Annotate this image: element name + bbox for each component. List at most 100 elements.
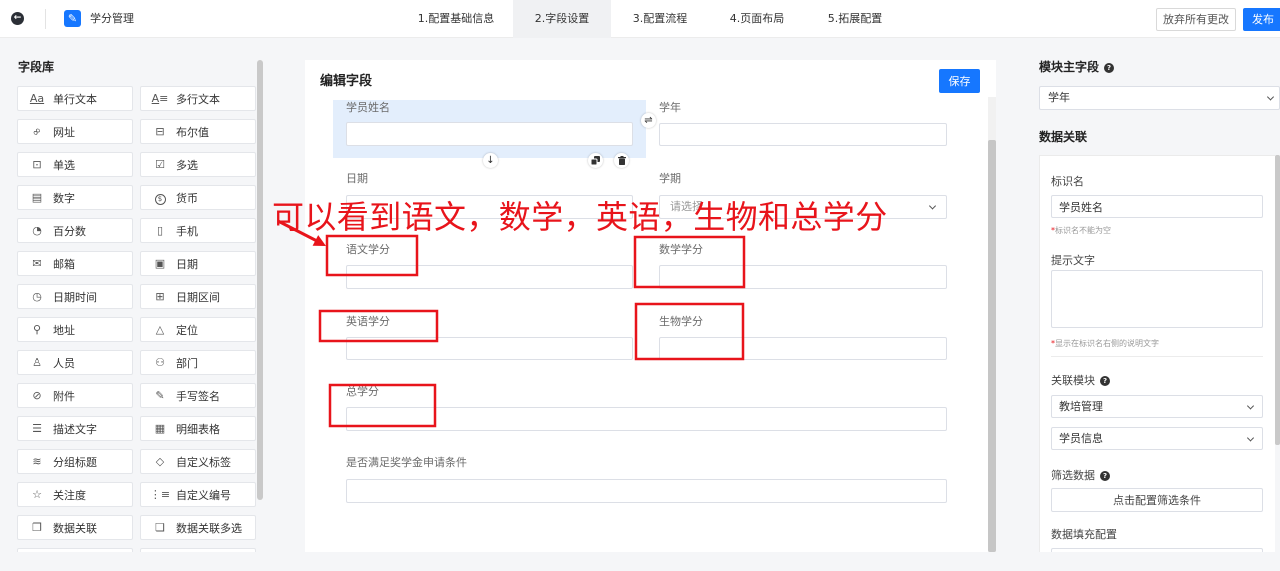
field-type-custom-number[interactable]: ⋮≡ 自定义编号 — [140, 482, 256, 507]
field-label-scholarship-eligible: 是否满足奖学金申请条件 — [346, 456, 467, 469]
related-form-select[interactable]: 学员信息 — [1051, 427, 1263, 450]
field-type-date-range[interactable]: ⊞ 日期区间 — [140, 284, 256, 309]
student-name-input[interactable] — [346, 122, 633, 146]
field-type-department[interactable]: ⚇ 部门 — [140, 350, 256, 375]
field-type-label: 数据关联多选 — [176, 521, 242, 535]
number-icon: ▤ — [31, 191, 43, 204]
field-type-detail-table[interactable]: ▦ 明细表格 — [140, 416, 256, 441]
editor-scrollbar[interactable] — [988, 140, 996, 552]
field-label-school-year: 学年 — [659, 101, 681, 114]
data-fill-config-field[interactable] — [1051, 548, 1263, 552]
help-icon[interactable]: ? — [1100, 471, 1110, 481]
field-type-phone[interactable]: ▯ 手机 — [140, 218, 256, 243]
field-type-label: 数字 — [53, 191, 75, 205]
field-type-label: 多选 — [176, 158, 198, 172]
field-type-label: 网址 — [53, 125, 75, 139]
field-type-currency[interactable]: $ 货币 — [140, 185, 256, 210]
field-type-item-partial[interactable] — [140, 548, 256, 552]
chevron-down-icon — [1246, 401, 1255, 410]
scholarship-eligible-input[interactable] — [346, 479, 947, 503]
field-type-label: 手写签名 — [176, 389, 220, 403]
tip-text-textarea[interactable] — [1051, 270, 1263, 328]
field-type-label: 描述文字 — [53, 422, 97, 436]
identifier-input[interactable] — [1051, 195, 1263, 218]
field-type-label: 明细表格 — [176, 422, 220, 436]
field-type-signature[interactable]: ✎ 手写签名 — [140, 383, 256, 408]
field-type-label: 单选 — [53, 158, 75, 172]
field-type-group-title[interactable]: ≋ 分组标题 — [17, 449, 133, 474]
field-library-title: 字段库 — [18, 60, 55, 74]
tip-text-label: 提示文字 — [1051, 254, 1095, 267]
edit-field-panel: 编辑字段 保存 学员姓名 学年 ⇌ ↓ 日期 学期 请选择 语文学分 数学学分 … — [305, 60, 996, 552]
chinese-credit-input[interactable] — [346, 265, 633, 289]
field-type-multi-line-text[interactable]: A≡ 多行文本 — [140, 86, 256, 111]
math-credit-input[interactable] — [659, 265, 947, 289]
publish-button[interactable]: 发布 — [1243, 8, 1280, 31]
app-form-icon: ✎ — [64, 10, 81, 27]
save-button[interactable]: 保存 — [939, 69, 980, 93]
field-type-datetime[interactable]: ◷ 日期时间 — [17, 284, 133, 309]
field-label-student-name: 学员姓名 — [346, 101, 390, 114]
field-type-single-line-text[interactable]: Aa 单行文本 — [17, 86, 133, 111]
field-type-boolean[interactable]: ⊟ 布尔值 — [140, 119, 256, 144]
field-type-label: 数据关联 — [53, 521, 97, 535]
field-type-item-partial[interactable] — [17, 548, 133, 552]
settings-scrollbar[interactable] — [1275, 155, 1280, 445]
field-type-description[interactable]: ☰ 描述文字 — [17, 416, 133, 441]
data-link-icon: ❐ — [32, 521, 42, 534]
date-input[interactable] — [346, 195, 633, 219]
configure-filter-button[interactable]: 点击配置筛选条件 — [1051, 488, 1263, 512]
field-type-person[interactable]: ♙ 人员 — [17, 350, 133, 375]
step-tab-field-settings[interactable]: 2.字段设置 — [513, 0, 611, 38]
delete-icon[interactable] — [614, 153, 629, 168]
data-link-multi-icon: ❏ — [155, 521, 165, 534]
step-tab-extension[interactable]: 5.拓展配置 — [806, 0, 904, 38]
semester-select[interactable]: 请选择 — [659, 195, 947, 219]
identifier-label: 标识名 — [1051, 175, 1084, 188]
field-type-label: 人员 — [53, 356, 75, 370]
paragraph-icon: ☰ — [32, 422, 42, 435]
clock-icon: ◷ — [32, 290, 42, 303]
field-type-label: 附件 — [53, 389, 75, 403]
help-icon[interactable]: ? — [1104, 63, 1115, 73]
field-type-label: 日期时间 — [53, 290, 97, 304]
field-label-total-credit: 总学分 — [346, 385, 379, 398]
back-arrow-icon[interactable]: ← — [11, 12, 24, 25]
field-type-data-link[interactable]: ❐ 数据关联 — [17, 515, 133, 540]
field-type-attention[interactable]: ☆ 关注度 — [17, 482, 133, 507]
step-tab-basic-info[interactable]: 1.配置基础信息 — [407, 0, 505, 38]
main-field-value: 学年 — [1048, 91, 1070, 104]
field-type-custom-tag[interactable]: ◇ 自定义标签 — [140, 449, 256, 474]
location-icon: △ — [155, 323, 165, 336]
total-credit-input[interactable] — [346, 407, 947, 431]
main-field-select[interactable]: 学年 — [1039, 86, 1280, 110]
move-down-icon[interactable]: ↓ — [483, 153, 498, 168]
copy-icon[interactable] — [588, 153, 603, 168]
step-tab-page-layout[interactable]: 4.页面布局 — [708, 0, 806, 38]
field-type-percentage[interactable]: ◔ 百分数 — [17, 218, 133, 243]
field-type-url[interactable]: ∞ 网址 — [17, 119, 133, 144]
discard-changes-button[interactable]: 放弃所有更改 — [1156, 8, 1236, 31]
field-type-email[interactable]: ✉ 邮箱 — [17, 251, 133, 276]
data-link-title: 数据关联 — [1039, 130, 1088, 144]
field-type-data-link-multi[interactable]: ❏ 数据关联多选 — [140, 515, 256, 540]
field-type-number[interactable]: ▤ 数字 — [17, 185, 133, 210]
english-credit-input[interactable] — [346, 337, 633, 360]
step-tab-workflow[interactable]: 3.配置流程 — [611, 0, 709, 38]
field-type-location[interactable]: △ 定位 — [140, 317, 256, 342]
swap-icon[interactable]: ⇌ — [641, 113, 656, 128]
field-type-single-choice[interactable]: ⊡ 单选 — [17, 152, 133, 177]
school-year-input[interactable] — [659, 123, 947, 146]
percent-icon: ◔ — [32, 224, 42, 237]
field-library-scrollbar[interactable] — [257, 60, 263, 500]
field-type-multiple-choice[interactable]: ☑ 多选 — [140, 152, 256, 177]
help-icon[interactable]: ? — [1100, 376, 1110, 386]
text-icon: Aa — [29, 92, 45, 105]
paperclip-icon: ⊘ — [32, 389, 42, 402]
field-type-date[interactable]: ▣ 日期 — [140, 251, 256, 276]
field-type-label: 百分数 — [53, 224, 86, 238]
related-app-select[interactable]: 教培管理 — [1051, 395, 1263, 418]
field-type-address[interactable]: ⚲ 地址 — [17, 317, 133, 342]
field-type-attachment[interactable]: ⊘ 附件 — [17, 383, 133, 408]
biology-credit-input[interactable] — [659, 337, 947, 360]
